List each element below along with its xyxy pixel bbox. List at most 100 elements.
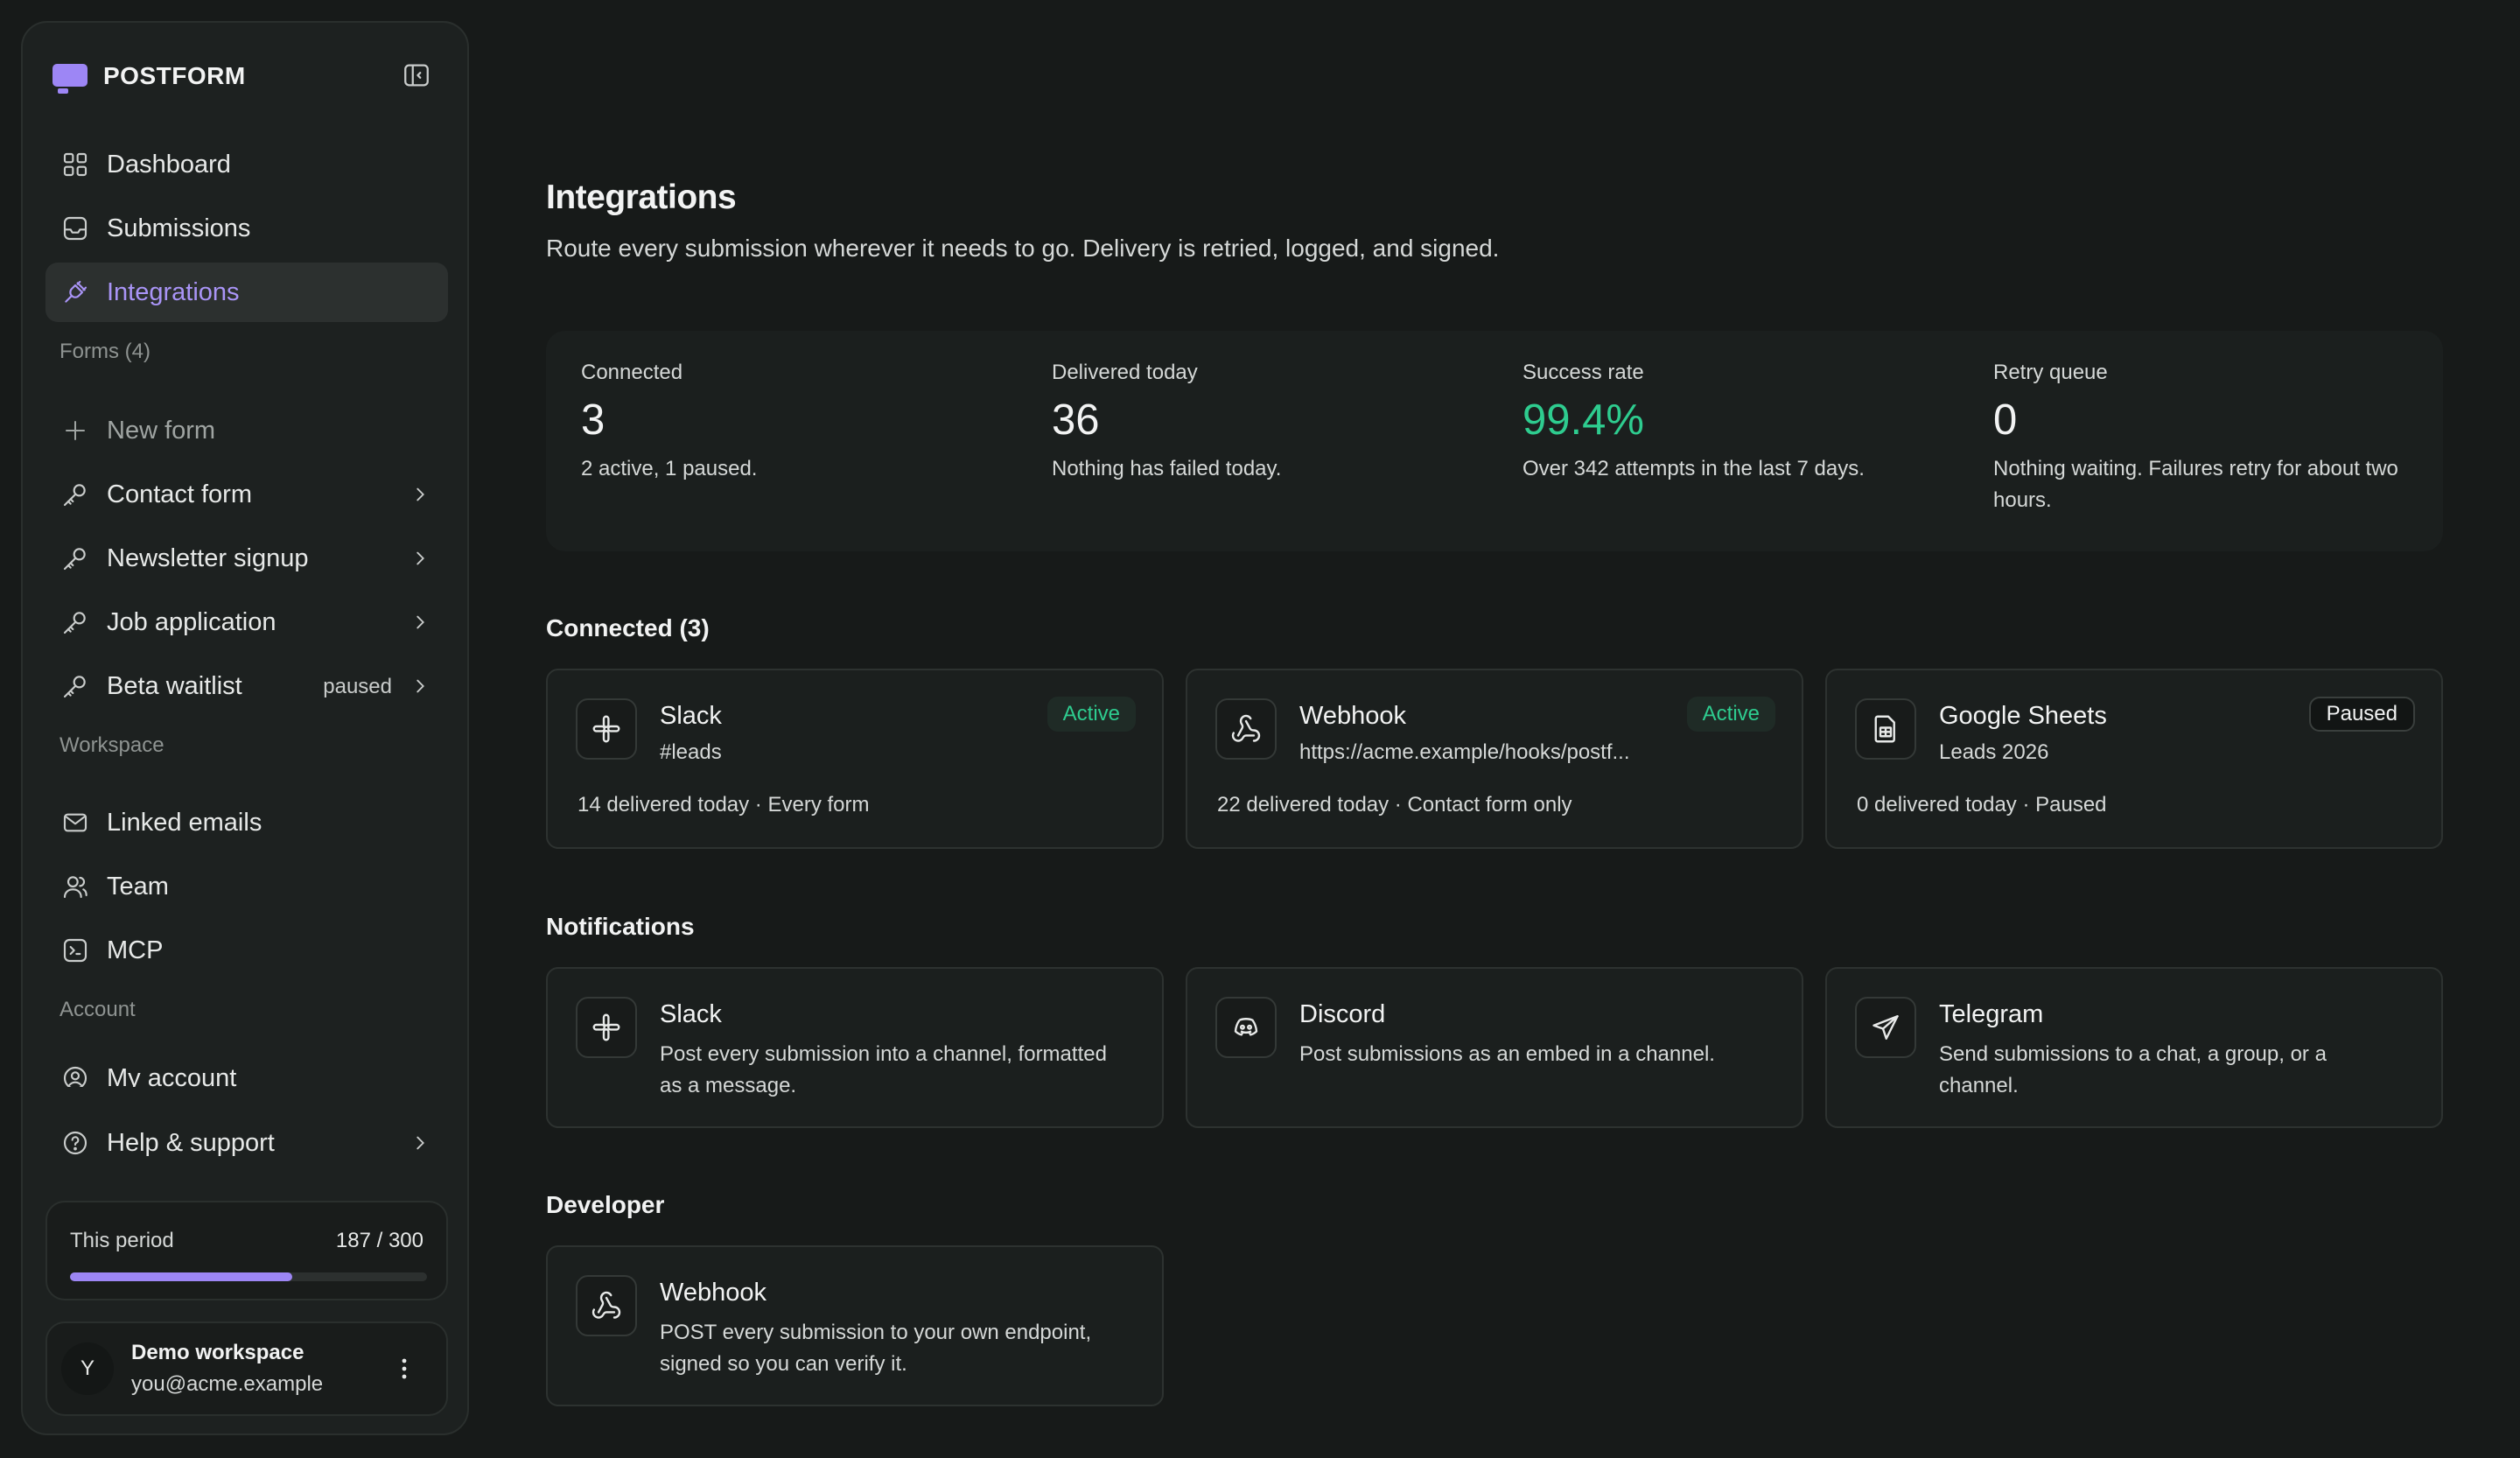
integration-stats: 0 delivered today · Paused	[1857, 793, 2107, 817]
paused-tag: paused	[323, 675, 392, 698]
sidebar-toggle-button[interactable]	[397, 56, 436, 95]
chevron-right-icon	[406, 672, 434, 700]
forms-section-label: Forms (4)	[60, 340, 150, 363]
account-section-label: Account	[60, 998, 136, 1021]
stat-label: Success rate	[1522, 361, 1644, 384]
stat-description: Nothing has failed today.	[1052, 457, 1282, 480]
mail-icon	[60, 807, 91, 838]
stat-value: 3	[581, 396, 606, 444]
integration-target: Leads 2026	[1939, 740, 2049, 764]
nav-my-account-label: My account	[107, 1063, 237, 1088]
form-item-beta-waitlist[interactable]: Beta waitlist paused	[46, 656, 448, 716]
stat-value: 36	[1052, 396, 1100, 444]
form-item-label: Job application	[107, 607, 276, 636]
brand-name: POSTFORM	[103, 62, 246, 89]
usage-card: This period 187 / 300	[46, 1201, 448, 1300]
integration-name: Slack	[660, 702, 722, 730]
stat-success-rate: Success rate 99.4% Over 342 attempts in …	[1522, 361, 1978, 485]
nav-dashboard[interactable]: Dashboard	[46, 135, 448, 194]
stat-description: Nothing waiting. Failures retry for abou…	[1993, 457, 2398, 512]
integration-stats: 14 delivered today · Every form	[578, 793, 870, 817]
integration-name: Google Sheets	[1939, 702, 2107, 730]
form-item-newsletter[interactable]: Newsletter signup	[46, 529, 448, 588]
notifications-section-title: Notifications	[546, 913, 695, 940]
avatar: Y	[61, 1342, 114, 1395]
stat-description: 2 active, 1 paused.	[581, 457, 758, 480]
integration-description: Post every submission into a channel, fo…	[660, 1042, 1107, 1097]
notification-card-telegram[interactable]: Telegram Send submissions to a chat, a g…	[1825, 967, 2443, 1128]
nav-team[interactable]: Team	[46, 857, 448, 916]
integration-stats: 22 delivered today · Contact form only	[1217, 793, 1572, 817]
stat-connected: Connected 3 2 active, 1 paused.	[581, 361, 1036, 485]
page-subtitle: Route every submission wherever it needs…	[546, 235, 1500, 262]
account-switcher[interactable]: Y Demo workspace you@acme.example	[46, 1321, 448, 1416]
stat-value: 99.4%	[1522, 396, 1644, 444]
account-clip: My account	[23, 1055, 467, 1087]
integration-description: Post submissions as an embed in a channe…	[1299, 1042, 1715, 1066]
nav-team-label: Team	[107, 872, 169, 901]
usage-label: This period	[70, 1229, 174, 1252]
nav-linked-emails[interactable]: Linked emails	[46, 793, 448, 852]
chevron-right-icon	[406, 608, 434, 636]
terminal-icon	[60, 935, 91, 966]
user-email: you@acme.example	[131, 1372, 324, 1396]
nav-help-label: Help & support	[107, 1128, 275, 1157]
usage-progress-fill	[70, 1272, 293, 1281]
nav-help[interactable]: Help & support	[46, 1113, 448, 1173]
integration-name: Telegram	[1939, 1000, 2044, 1028]
nav-submissions-label: Submissions	[107, 214, 251, 242]
nav-submissions[interactable]: Submissions	[46, 199, 448, 258]
usage-value: 187 / 300	[335, 1229, 424, 1252]
connected-card-google-sheets[interactable]: Google Sheets Leads 2026 0 delivered tod…	[1825, 669, 2443, 849]
telegram-icon	[1855, 997, 1916, 1058]
nav-dashboard-label: Dashboard	[107, 150, 231, 179]
plug-icon	[60, 277, 91, 308]
integration-description: POST every submission to your own endpoi…	[660, 1321, 1092, 1376]
stat-retry-queue: Retry queue 0 Nothing waiting. Failures …	[1993, 361, 2413, 516]
notification-card-discord[interactable]: Discord Post submissions as an embed in …	[1186, 967, 1803, 1128]
key-icon	[60, 670, 91, 702]
new-form-button[interactable]: New form	[46, 401, 448, 460]
nav-mcp[interactable]: MCP	[46, 921, 448, 980]
form-item-contact[interactable]: Contact form	[46, 465, 448, 524]
stat-label: Retry queue	[1993, 361, 2108, 384]
form-item-job-application[interactable]: Job application	[46, 592, 448, 652]
developer-card-webhook[interactable]: Webhook POST every submission to your ow…	[546, 1245, 1164, 1406]
grid-icon	[60, 149, 91, 180]
more-menu-button[interactable]	[388, 1353, 420, 1384]
form-item-label: Newsletter signup	[107, 543, 309, 572]
new-form-label: New form	[107, 416, 216, 445]
stat-label: Delivered today	[1052, 361, 1198, 384]
integration-name: Webhook	[1299, 702, 1406, 730]
stat-delivered-today: Delivered today 36 Nothing has failed to…	[1052, 361, 1507, 485]
users-icon	[60, 871, 91, 902]
chevron-right-icon	[406, 544, 434, 572]
plus-icon	[60, 415, 91, 446]
slack-icon	[576, 997, 637, 1058]
developer-section-title: Developer	[546, 1191, 665, 1218]
notification-card-slack[interactable]: Slack Post every submission into a chann…	[546, 967, 1164, 1128]
chevron-right-icon	[406, 1129, 434, 1157]
status-badge: Active	[1686, 697, 1775, 732]
sidebar: POSTFORM Dashboard Submissions Integrati…	[21, 21, 469, 1435]
connected-section-title: Connected (3)	[546, 614, 710, 641]
postform-logo-icon	[51, 59, 89, 94]
connected-card-slack[interactable]: Slack #leads 14 delivered today · Every …	[546, 669, 1164, 849]
key-icon	[60, 479, 91, 510]
main-content: Integrations Route every submission wher…	[546, 0, 2443, 1458]
workspace-section-label: Workspace	[60, 733, 164, 757]
nav-integrations[interactable]: Integrations	[46, 263, 448, 322]
workspace-name: Demo workspace	[131, 1341, 304, 1364]
nav-my-account[interactable]: My account	[46, 1055, 448, 1087]
connected-card-webhook[interactable]: Webhook https://acme.example/hooks/postf…	[1186, 669, 1803, 849]
sidebar-toggle-icon	[404, 64, 429, 87]
inbox-icon	[60, 213, 91, 244]
stat-description: Over 342 attempts in the last 7 days.	[1522, 457, 1865, 480]
integration-name: Slack	[660, 1000, 722, 1028]
slack-icon	[576, 698, 637, 760]
nav-mcp-label: MCP	[107, 936, 164, 964]
integration-description: Send submissions to a chat, a group, or …	[1939, 1042, 2327, 1097]
more-vertical-icon	[402, 1358, 407, 1379]
brand[interactable]: POSTFORM	[51, 51, 246, 102]
form-item-label: Contact form	[107, 480, 252, 508]
